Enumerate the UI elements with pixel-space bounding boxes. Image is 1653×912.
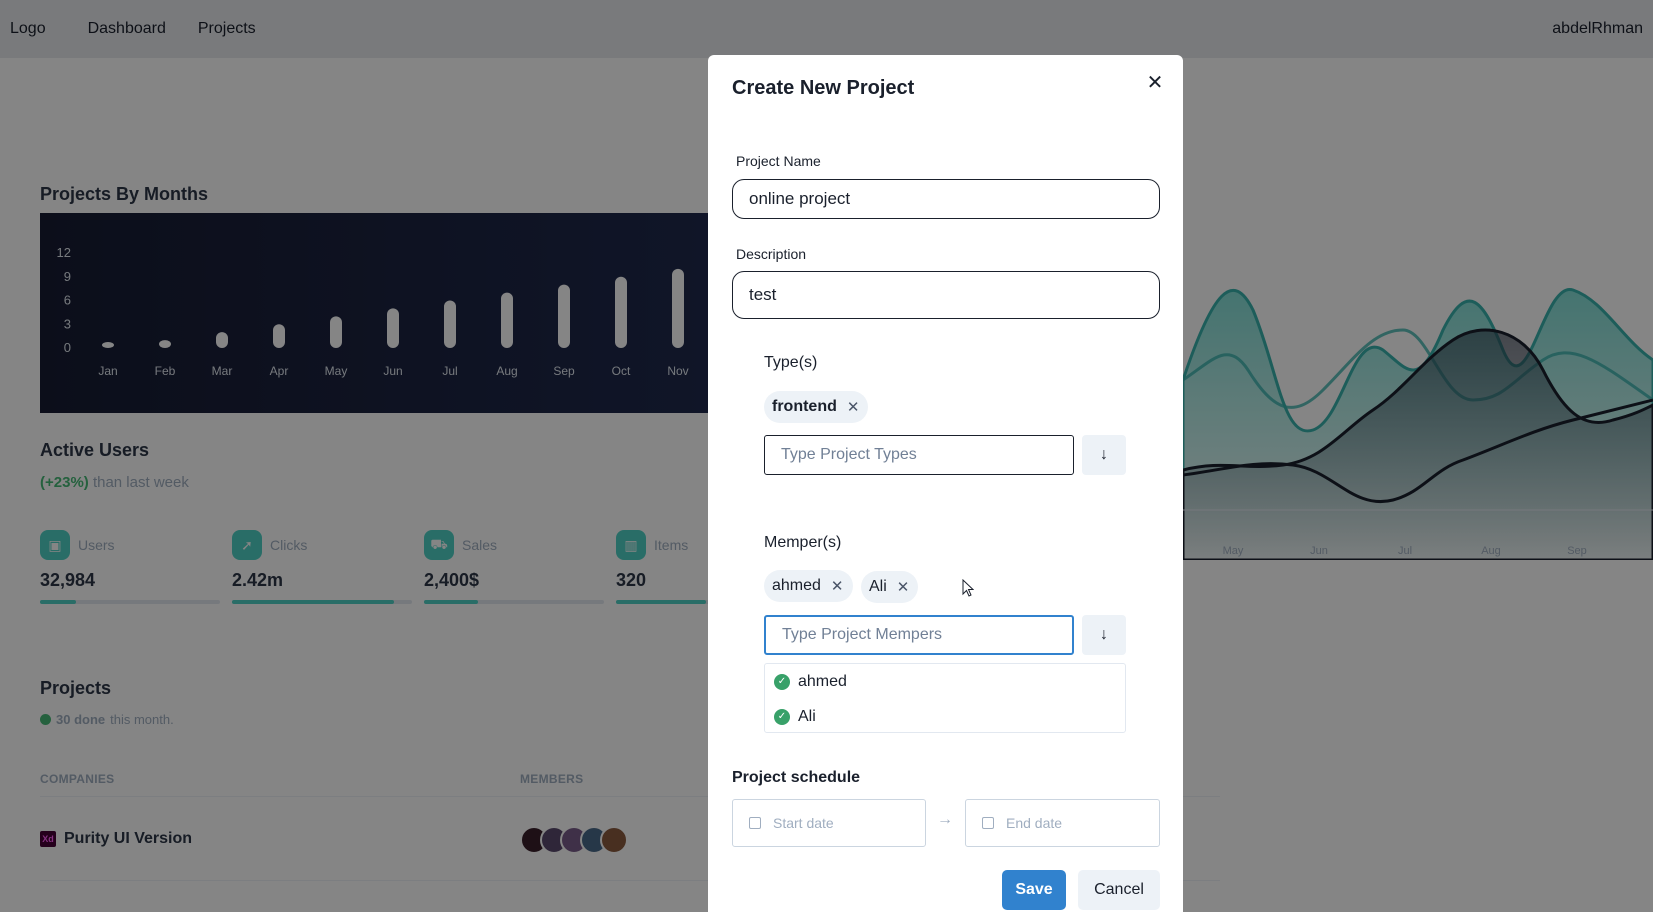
description-label: Description	[736, 246, 807, 262]
tag-label: Ali	[869, 578, 887, 595]
members-dropdown-button[interactable]: ↓	[1082, 615, 1126, 655]
member-tag-ahmed: ahmed ✕	[764, 570, 853, 602]
calendar-icon	[749, 817, 761, 829]
save-button[interactable]: Save	[1002, 870, 1066, 910]
type-tag-frontend: frontend ✕	[764, 391, 869, 423]
cancel-button[interactable]: Cancel	[1078, 870, 1160, 910]
members-label: Memper(s)	[764, 534, 842, 551]
start-date-input[interactable]: Start date	[732, 799, 926, 847]
arrow-down-icon: ↓	[1100, 626, 1108, 643]
types-dropdown-button[interactable]: ↓	[1082, 435, 1126, 475]
remove-tag-icon[interactable]: ✕	[831, 577, 844, 595]
tag-label: frontend	[772, 398, 837, 415]
types-label: Type(s)	[764, 354, 818, 371]
members-dropdown-list: ✓ ahmed ✓ Ali	[764, 663, 1126, 733]
mouse-cursor-icon	[962, 579, 974, 597]
types-input[interactable]: Type Project Types	[764, 435, 1074, 475]
modal-title: Create New Project	[732, 77, 915, 99]
option-label: Ali	[798, 707, 816, 725]
project-schedule-label: Project schedule	[732, 769, 861, 786]
arrow-right-icon: →	[937, 811, 953, 828]
member-option[interactable]: ✓ ahmed	[765, 664, 1125, 699]
tag-label: ahmed	[772, 577, 821, 594]
end-date-placeholder: End date	[1006, 815, 1063, 831]
close-icon[interactable]: ✕	[1142, 69, 1168, 95]
create-project-modal: Create New Project ✕ Project Name online…	[708, 55, 1183, 912]
arrow-down-icon: ↓	[1100, 446, 1108, 463]
start-date-placeholder: Start date	[773, 815, 834, 831]
members-input[interactable]: Type Project Mempers	[764, 615, 1074, 655]
project-name-input[interactable]: online project	[732, 179, 1160, 219]
member-option[interactable]: ✓ Ali	[765, 699, 1125, 734]
check-circle-icon: ✓	[774, 673, 790, 690]
check-circle-icon: ✓	[774, 708, 790, 725]
remove-tag-icon[interactable]: ✕	[897, 578, 910, 596]
end-date-input[interactable]: End date	[965, 799, 1160, 847]
project-name-label: Project Name	[736, 153, 821, 169]
member-tag-ali: Ali ✕	[861, 571, 919, 603]
remove-tag-icon[interactable]: ✕	[847, 398, 860, 416]
description-input[interactable]: test	[732, 271, 1160, 319]
option-label: ahmed	[798, 672, 847, 690]
calendar-icon	[982, 817, 994, 829]
